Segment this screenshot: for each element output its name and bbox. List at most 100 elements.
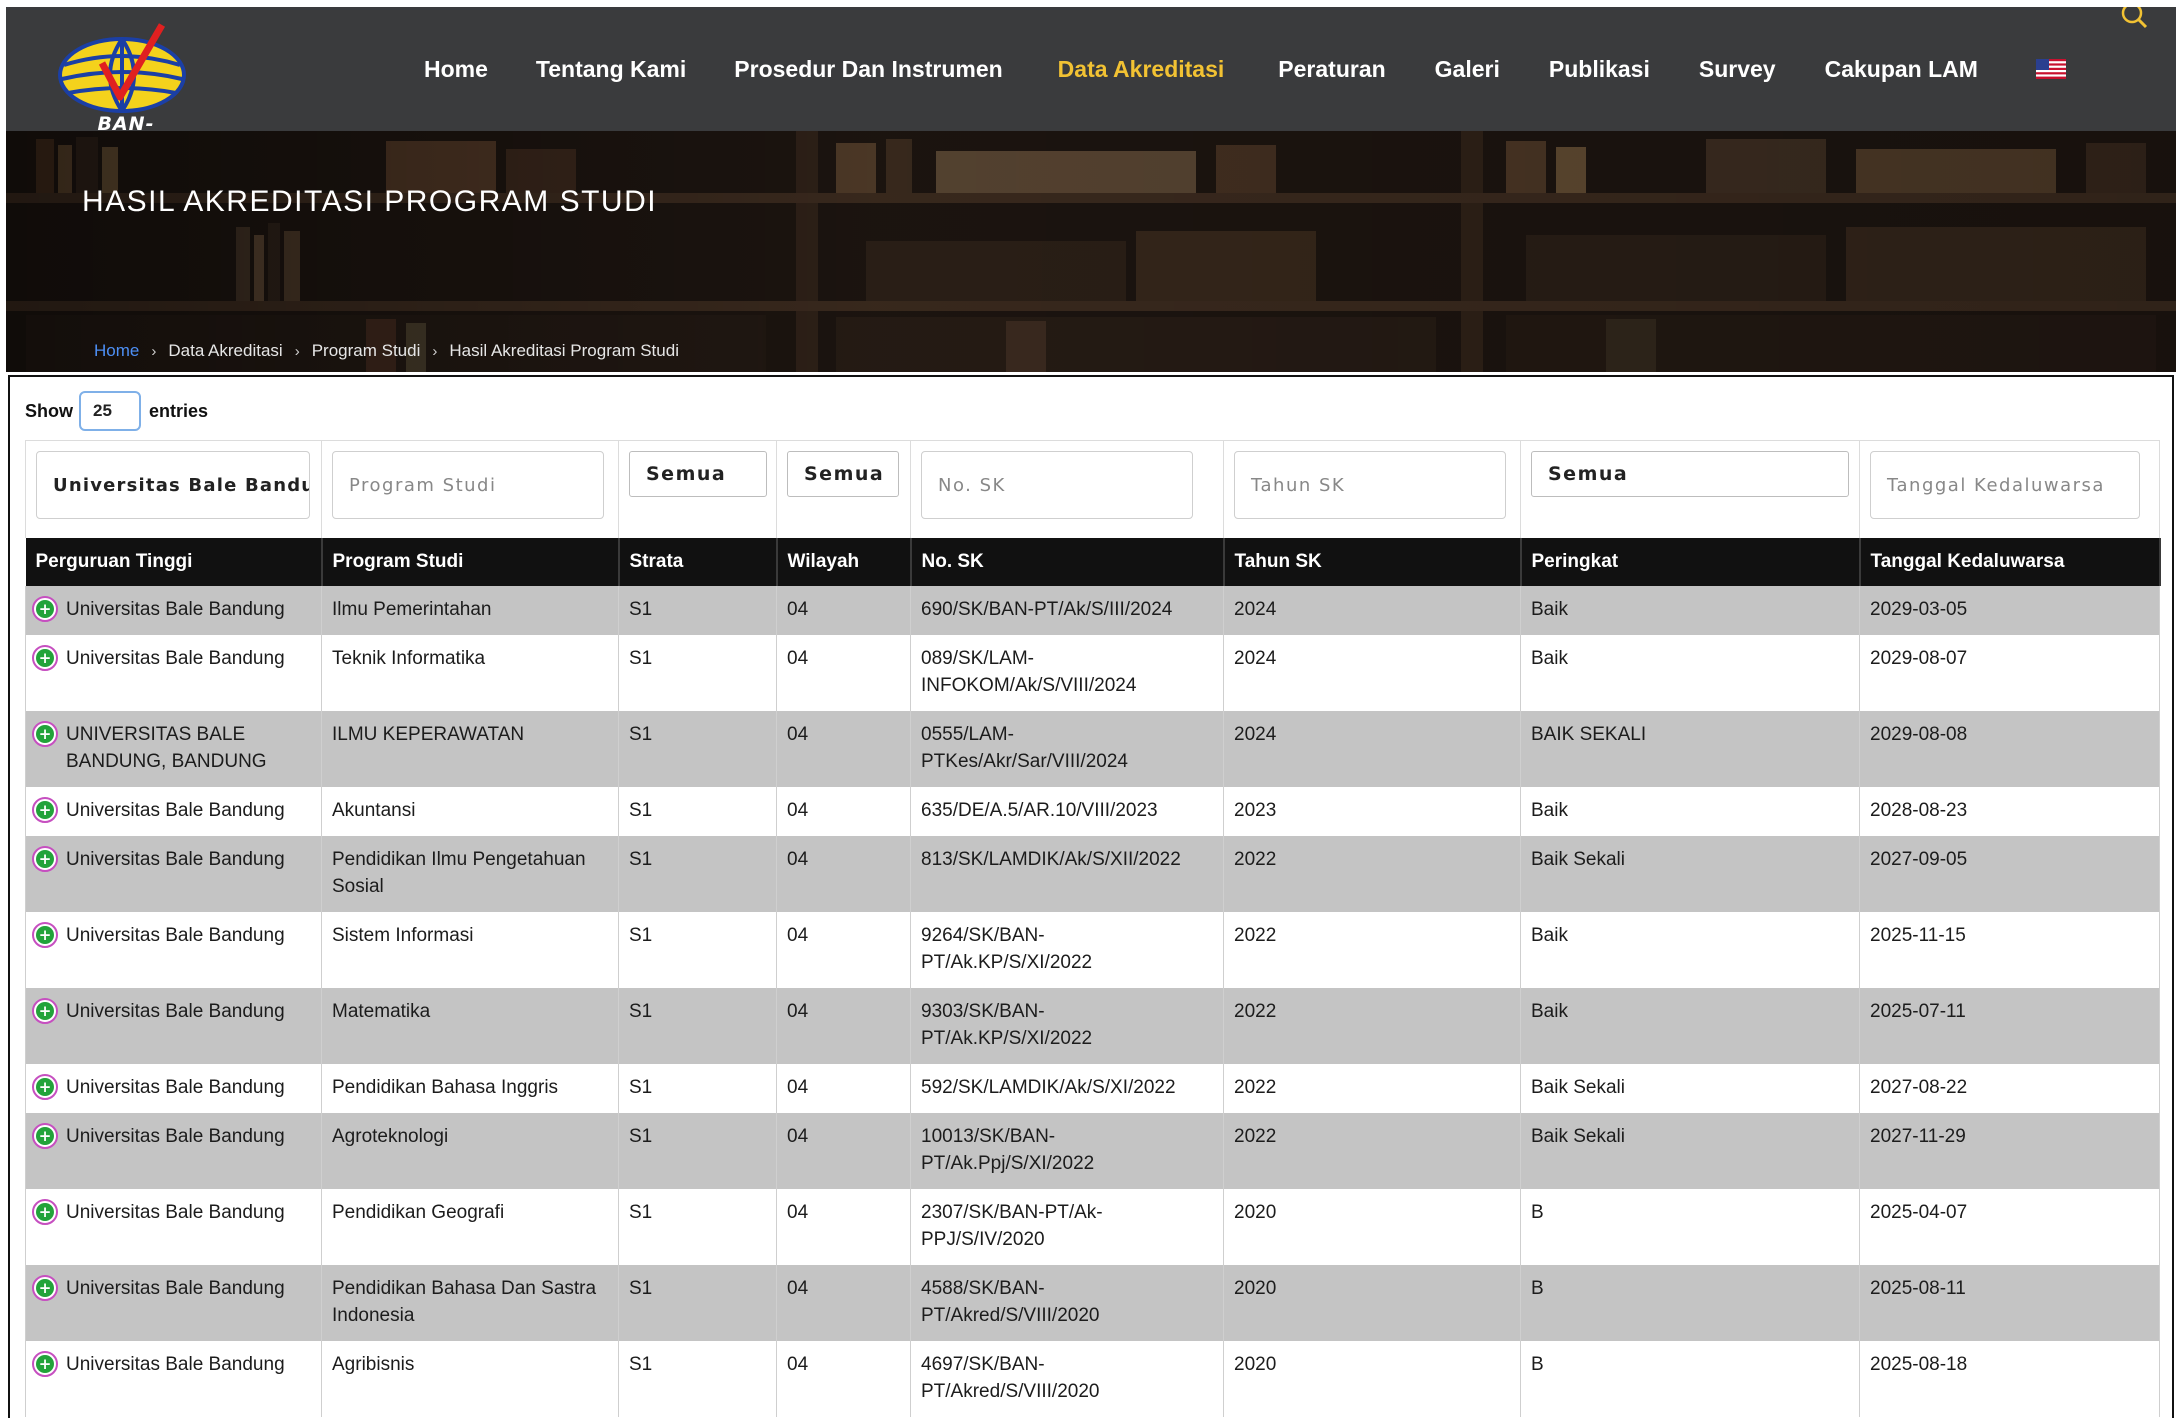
cell-no-sk: 089/SK/LAM-INFOKOM/Ak/S/VIII/2024: [910, 634, 1224, 711]
entries-per-page-select[interactable]: [79, 391, 141, 431]
cell-perguruan-tinggi-wrapper: + Universitas Bale Bandung: [25, 634, 322, 711]
cell-perguruan-tinggi-wrapper: + Universitas Bale Bandung: [25, 1340, 322, 1417]
show-label: Show: [25, 400, 73, 421]
expand-row-plus-icon[interactable]: +: [32, 1073, 58, 1100]
cell-wilayah: 04: [776, 585, 911, 635]
cell-tahun-sk: 2020: [1223, 1188, 1521, 1265]
expand-row-plus-icon[interactable]: +: [32, 595, 58, 622]
filter-program-studi-input[interactable]: Program Studi: [332, 451, 604, 519]
column-header-wilayah[interactable]: Wilayah: [776, 537, 912, 586]
cell-wilayah: 04: [776, 1340, 911, 1417]
entries-length-control: Show entries: [25, 391, 208, 431]
expand-row-plus-icon[interactable]: +: [32, 1274, 58, 1301]
table-row[interactable]: + Universitas Bale Bandung Sistem Informas…: [25, 911, 2160, 988]
cell-perguruan-tinggi: Universitas Bale Bandung: [66, 799, 285, 821]
expand-row-plus-icon[interactable]: +: [32, 1350, 58, 1377]
cell-no-sk: 2307/SK/BAN-PT/Ak-PPJ/S/IV/2020: [910, 1188, 1224, 1265]
cell-tahun-sk: 2020: [1223, 1340, 1521, 1417]
cell-no-sk: 4588/SK/BAN-PT/Akred/S/VIII/2020: [910, 1264, 1224, 1341]
expand-row-plus-icon[interactable]: +: [32, 720, 58, 747]
column-header-tanggal-kedaluwarsa[interactable]: Tanggal Kedaluwarsa: [1859, 537, 2161, 586]
expand-row-plus-icon[interactable]: +: [32, 921, 58, 948]
column-header-tahun-sk[interactable]: Tahun SK: [1223, 537, 1522, 586]
expand-row-plus-icon[interactable]: +: [32, 644, 58, 671]
filter-strata-select[interactable]: Semua: [629, 451, 767, 497]
cell-program-studi: Agribisnis: [321, 1340, 619, 1417]
column-header-program-studi[interactable]: Program Studi: [321, 537, 620, 586]
filter-peringkat-select[interactable]: Semua: [1531, 451, 1849, 497]
cell-perguruan-tinggi-wrapper: + Universitas Bale Bandung: [25, 1264, 322, 1341]
table-row[interactable]: + Universitas Bale Bandung Pendidikan Ilmu…: [25, 835, 2160, 912]
us-flag-icon[interactable]: [2035, 59, 2066, 79]
nav-item-tentang-kami[interactable]: Tentang Kami: [536, 56, 686, 83]
cell-wilayah: 04: [776, 1112, 911, 1189]
cell-tanggal-kedaluwarsa: 2025-04-07: [1859, 1188, 2160, 1265]
breadcrumb-program-studi[interactable]: Program Studi: [312, 341, 421, 361]
cell-no-sk: 4697/SK/BAN-PT/Akred/S/VIII/2020: [910, 1340, 1224, 1417]
table-row[interactable]: + UNIVERSITAS BALE BANDUNG, BANDUNG ILMU K…: [25, 710, 2160, 787]
nav-item-publikasi[interactable]: Publikasi: [1549, 56, 1650, 83]
nav-item-peraturan[interactable]: Peraturan: [1278, 56, 1385, 83]
filter-tanggal-kedaluwarsa-input[interactable]: Tanggal Kedaluwarsa: [1870, 451, 2140, 519]
table-row[interactable]: + Universitas Bale Bandung Pendidikan Baha…: [25, 1063, 2160, 1113]
expand-row-plus-icon[interactable]: +: [32, 1198, 58, 1225]
column-header-no-sk[interactable]: No. SK: [910, 537, 1225, 586]
page-title: HASIL AKREDITASI PROGRAM STUDI: [82, 185, 658, 218]
cell-perguruan-tinggi-wrapper: + Universitas Bale Bandung: [25, 786, 322, 836]
table-row[interactable]: + Universitas Bale Bandung Agribisnis S1 04 4…: [25, 1340, 2160, 1417]
cell-tanggal-kedaluwarsa: 2029-08-07: [1859, 634, 2160, 711]
cell-perguruan-tinggi: Universitas Bale Bandung: [66, 924, 285, 946]
column-header-peringkat[interactable]: Peringkat: [1520, 537, 1861, 586]
filter-wilayah-select[interactable]: Semua: [787, 451, 899, 497]
cell-wilayah: 04: [776, 987, 911, 1064]
filter-no-sk-input[interactable]: No. SK: [921, 451, 1193, 519]
cell-perguruan-tinggi: Universitas Bale Bandung: [66, 1000, 285, 1022]
cell-tanggal-kedaluwarsa: 2025-11-15: [1859, 911, 2160, 988]
cell-strata: S1: [618, 1264, 777, 1341]
nav-item-prosedur[interactable]: Prosedur Dan Instrumen: [734, 56, 1002, 83]
table-row[interactable]: + Universitas Bale Bandung Ilmu Pemerintah…: [25, 585, 2160, 635]
accreditation-table: Universitas Bale Bandung Program Studi S…: [25, 440, 2161, 1417]
table-row[interactable]: + Universitas Bale Bandung Matematika S1 04 9…: [25, 987, 2160, 1064]
table-row[interactable]: + Universitas Bale Bandung Pendidikan Baha…: [25, 1264, 2160, 1341]
breadcrumb-data-akreditasi[interactable]: Data Akreditasi: [168, 341, 282, 361]
cell-strata: S1: [618, 911, 777, 988]
cell-wilayah: 04: [776, 1264, 911, 1341]
expand-row-plus-icon[interactable]: +: [32, 796, 58, 823]
nav-item-galeri[interactable]: Galeri: [1435, 56, 1500, 83]
cell-no-sk: 10013/SK/BAN-PT/Ak.Ppj/S/XI/2022: [910, 1112, 1224, 1189]
cell-tanggal-kedaluwarsa: 2027-09-05: [1859, 835, 2160, 912]
cell-peringkat: Baik: [1520, 634, 1860, 711]
expand-row-plus-icon[interactable]: +: [32, 1122, 58, 1149]
expand-row-plus-icon[interactable]: +: [32, 845, 58, 872]
cell-strata: S1: [618, 1340, 777, 1417]
ban-pt-logo[interactable]: BAN-PT: [50, 17, 190, 157]
filter-tahun-sk-input[interactable]: Tahun SK: [1234, 451, 1506, 519]
table-row[interactable]: + Universitas Bale Bandung Pendidikan Geog…: [25, 1188, 2160, 1265]
filter-perguruan-tinggi-input[interactable]: Universitas Bale Bandung: [36, 451, 310, 519]
entries-label: entries: [149, 400, 209, 421]
table-row[interactable]: + Universitas Bale Bandung Teknik Informat…: [25, 634, 2160, 711]
cell-tanggal-kedaluwarsa: 2028-08-23: [1859, 786, 2160, 836]
column-header-perguruan-tinggi[interactable]: Perguruan Tinggi: [25, 537, 323, 586]
expand-row-plus-icon[interactable]: +: [32, 997, 58, 1024]
nav-item-data-akreditasi[interactable]: Data Akreditasi: [1058, 56, 1225, 83]
table-row[interactable]: + Universitas Bale Bandung Akuntansi S1 04 63…: [25, 786, 2160, 836]
nav-item-home[interactable]: Home: [424, 56, 488, 83]
cell-peringkat: Baik: [1520, 911, 1860, 988]
cell-peringkat: Baik: [1520, 987, 1860, 1064]
cell-tahun-sk: 2022: [1223, 987, 1521, 1064]
cell-perguruan-tinggi-wrapper: + Universitas Bale Bandung: [25, 1112, 322, 1189]
breadcrumb-current-page: Hasil Akreditasi Program Studi: [449, 341, 679, 360]
cell-program-studi: Sistem Informasi: [321, 911, 619, 988]
breadcrumb-home-link[interactable]: Home: [94, 341, 139, 361]
nav-item-survey[interactable]: Survey: [1699, 56, 1776, 83]
cell-strata: S1: [618, 1063, 777, 1113]
column-header-strata[interactable]: Strata: [618, 537, 778, 586]
cell-wilayah: 04: [776, 1188, 911, 1265]
cell-perguruan-tinggi: Universitas Bale Bandung: [66, 1201, 285, 1223]
cell-peringkat: Baik: [1520, 585, 1860, 635]
table-row[interactable]: + Universitas Bale Bandung Agroteknologi S1…: [25, 1112, 2160, 1189]
search-icon[interactable]: [2118, 2, 2148, 31]
nav-item-cakupan-lam[interactable]: Cakupan LAM: [1825, 56, 1978, 83]
